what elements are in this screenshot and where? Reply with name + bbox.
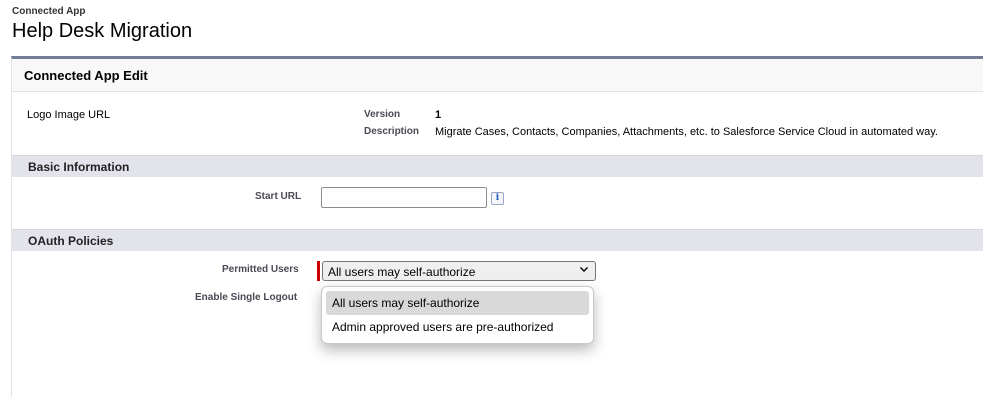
description-value: Migrate Cases, Contacts, Companies, Atta… (435, 126, 938, 138)
logo-image-url-label: Logo Image URL (27, 109, 111, 121)
version-label: Version (364, 109, 401, 120)
section-basic-information: Basic Information (12, 155, 983, 177)
page-type: Connected App (12, 6, 86, 17)
panel-title: Connected App Edit (12, 59, 983, 92)
permitted-users-select[interactable]: All users may self-authorize (322, 261, 596, 281)
section-oauth-policies: OAuth Policies (12, 229, 983, 251)
permitted-users-dropdown: All users may self-authorize Admin appro… (321, 286, 594, 344)
required-indicator (317, 261, 320, 281)
start-url-input[interactable] (321, 187, 487, 208)
connected-app-edit-panel: Connected App Edit Logo Image URL Versio… (11, 56, 983, 397)
version-value: 1 (435, 109, 442, 121)
start-url-label: Start URL (255, 191, 302, 202)
permitted-users-label: Permitted Users (222, 264, 299, 275)
info-icon[interactable]: i (491, 192, 504, 205)
dropdown-option-self-authorize[interactable]: All users may self-authorize (326, 291, 589, 315)
permitted-users-selected-value: All users may self-authorize (328, 265, 476, 279)
description-label: Description (364, 126, 420, 137)
page-header: Connected App Help Desk Migration (12, 6, 192, 43)
dropdown-option-admin-approved[interactable]: Admin approved users are pre-authorized (326, 315, 589, 339)
enable-single-logout-label: Enable Single Logout (195, 292, 298, 303)
chevron-down-icon (579, 264, 589, 277)
page-title: Help Desk Migration (12, 20, 193, 42)
